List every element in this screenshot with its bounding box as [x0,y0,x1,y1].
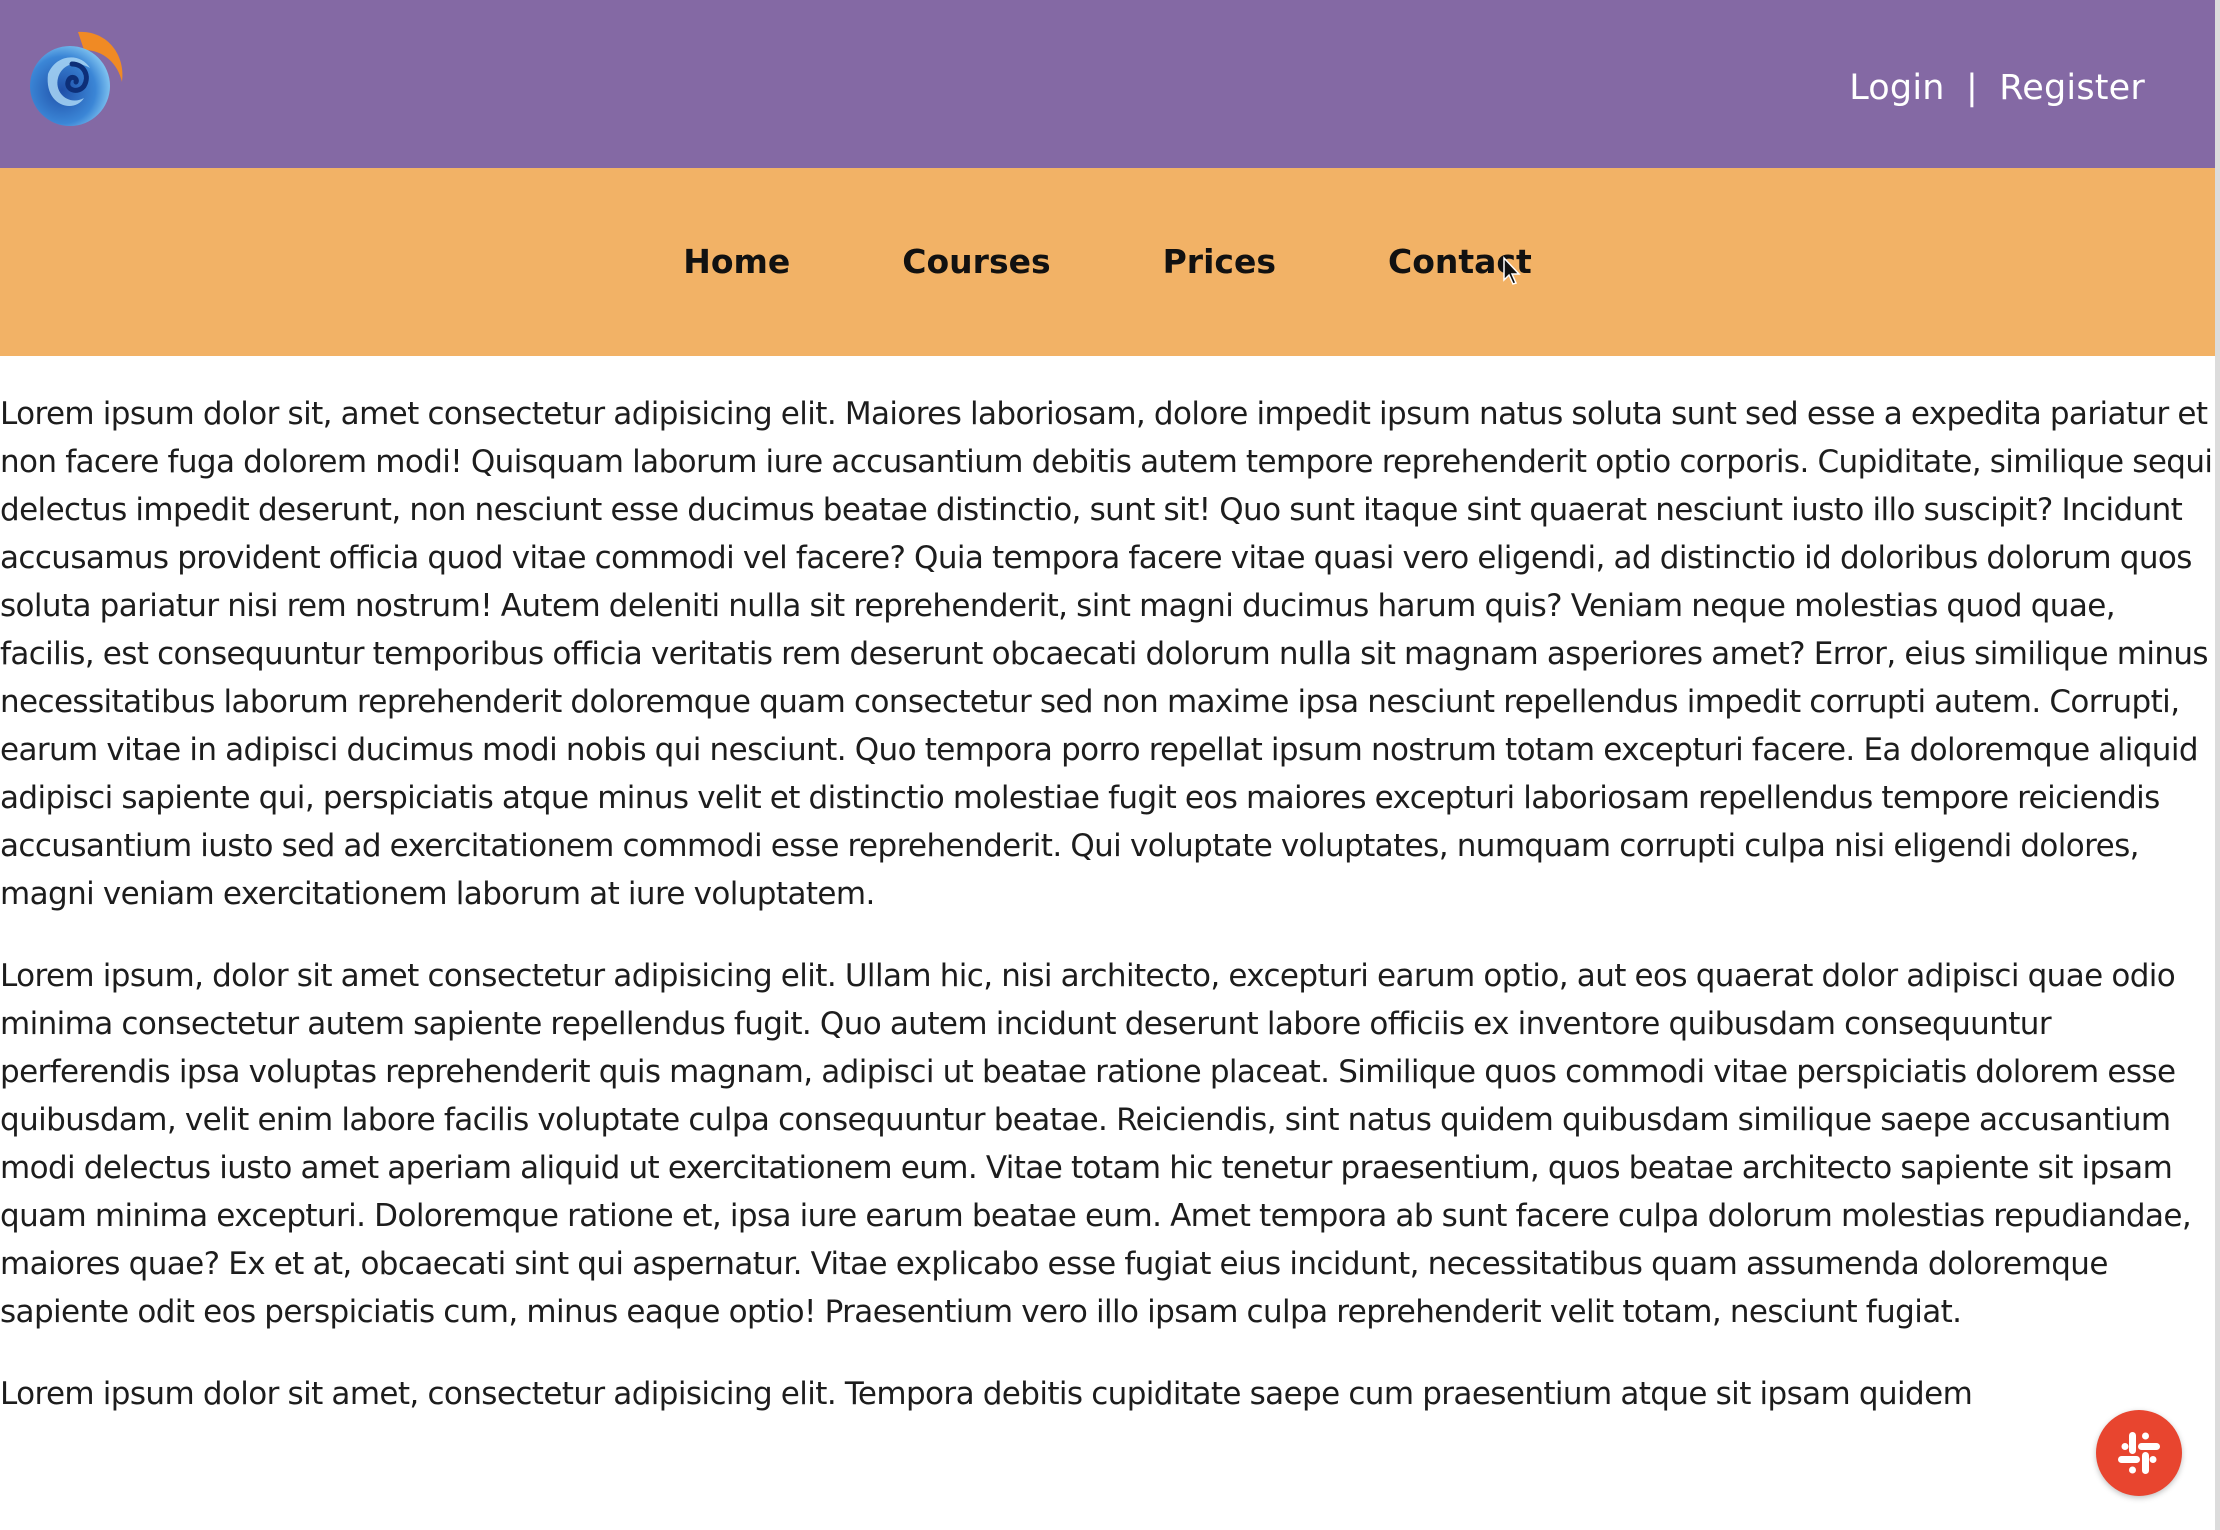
content-paragraph-1: Lorem ipsum dolor sit, amet consectetur … [0,396,2213,912]
auth-links: Login | Register [1849,68,2145,108]
main-navigation: Home Courses Prices Contact [0,168,2215,356]
page: Login | Register Home Courses Prices Con… [0,0,2215,1530]
nav-item-home[interactable]: Home [683,242,790,281]
slack-icon[interactable] [2096,1410,2182,1496]
content-paragraph-3: Lorem ipsum dolor sit amet, consectetur … [0,1376,1973,1412]
swirl-logo-icon[interactable] [18,24,130,136]
window-edge [2215,0,2220,1530]
login-link[interactable]: Login [1849,68,1944,108]
nav-list: Home Courses Prices Contact [0,242,2215,281]
content-paragraph-2: Lorem ipsum, dolor sit amet consectetur … [0,958,2192,1330]
main-content: Lorem ipsum dolor sit, amet consectetur … [0,390,2215,1452]
mouse-pointer-icon [1502,256,1522,286]
auth-separator: | [1965,68,1978,108]
nav-item-prices[interactable]: Prices [1163,242,1276,281]
top-header-bar: Login | Register [0,0,2215,168]
nav-item-courses[interactable]: Courses [902,242,1050,281]
register-link[interactable]: Register [1999,68,2145,108]
